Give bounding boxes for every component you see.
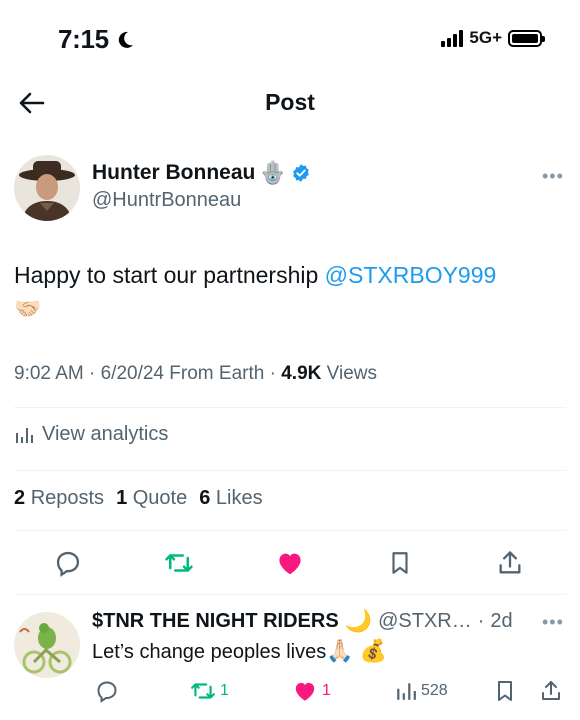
status-time: 7:15 bbox=[58, 24, 135, 55]
likes-label: Likes bbox=[215, 487, 263, 509]
views-label: Views bbox=[326, 363, 377, 384]
bookmark-icon bbox=[392, 552, 408, 574]
like-button[interactable] bbox=[270, 543, 310, 583]
tweet-source: From Earth bbox=[169, 363, 265, 384]
like-icon bbox=[279, 553, 301, 575]
analytics-icon bbox=[16, 427, 33, 443]
reply-reply-button[interactable] bbox=[95, 676, 119, 706]
reply-share-button[interactable] bbox=[539, 676, 563, 706]
hamsa-emoji: 🪬 bbox=[259, 160, 287, 185]
share-button[interactable] bbox=[490, 543, 530, 583]
reply-header: $TNR THE NIGHT RIDERS 🌙 @STXR… · 2d bbox=[92, 608, 513, 634]
bookmark-button[interactable] bbox=[380, 543, 420, 583]
reposts-stat[interactable]: 2 Reposts bbox=[14, 487, 104, 510]
tweet-text: Happy to start our partnership @STXRBOY9… bbox=[14, 259, 564, 325]
divider bbox=[14, 407, 566, 408]
tweet-time: 9:02 AM bbox=[14, 363, 84, 384]
reply-views-button[interactable]: 528 bbox=[395, 676, 448, 706]
like-icon bbox=[295, 682, 315, 701]
reply-retweet-count: 1 bbox=[220, 682, 229, 699]
moon-icon bbox=[118, 31, 133, 48]
reply-avatar[interactable] bbox=[14, 612, 80, 678]
share-icon bbox=[499, 551, 521, 574]
author-name[interactable]: Hunter Bonneau bbox=[92, 161, 255, 185]
retweet-icon bbox=[165, 554, 193, 572]
reply-emoji: 🙏🏻 💰 bbox=[326, 638, 388, 663]
reply-icon bbox=[56, 551, 80, 577]
battery-icon bbox=[508, 29, 545, 47]
reply-like-count: 1 bbox=[322, 682, 331, 699]
signal-icon bbox=[441, 29, 464, 47]
author-handle[interactable]: @HuntrBonneau bbox=[92, 189, 241, 212]
reply-icon bbox=[97, 681, 117, 703]
divider bbox=[14, 470, 566, 471]
reply-text-body: Let’s change peoples lives bbox=[92, 641, 327, 663]
likes-count: 6 bbox=[199, 487, 211, 509]
share-icon bbox=[542, 681, 560, 700]
reply-text: Let’s change peoples lives🙏🏻 💰 bbox=[92, 638, 387, 664]
status-time-text: 7:15 bbox=[58, 24, 109, 54]
bookmark-icon bbox=[498, 681, 512, 701]
views-count: 4.9K bbox=[281, 363, 322, 384]
likes-stat[interactable]: 6 Likes bbox=[199, 487, 262, 510]
view-analytics-link[interactable]: View analytics bbox=[14, 423, 168, 446]
handshake-emoji: 🤝🏻 bbox=[14, 296, 42, 321]
status-indicators: 5G+ bbox=[441, 28, 545, 48]
reply-views-count: 528 bbox=[421, 682, 448, 699]
moon-emoji: 🌙 bbox=[344, 608, 373, 633]
tweet-actions bbox=[0, 543, 580, 583]
quotes-label: Quote bbox=[132, 487, 188, 509]
reply-author-name[interactable]: $TNR THE NIGHT RIDERS bbox=[92, 610, 339, 633]
reply-button[interactable] bbox=[48, 543, 88, 583]
tweet-meta: 9:02 AM · 6/20/24 From Earth · 4.9K View… bbox=[14, 363, 377, 384]
reposts-label: Reposts bbox=[30, 487, 105, 509]
author-name-row: Hunter Bonneau 🪬 bbox=[92, 160, 311, 186]
reply-like-button[interactable]: 1 bbox=[292, 676, 331, 706]
retweet-button[interactable] bbox=[159, 543, 199, 583]
network-label: 5G+ bbox=[469, 28, 502, 47]
separator-dot: · bbox=[477, 609, 485, 632]
reply-age: 2d bbox=[490, 609, 513, 632]
retweet-icon bbox=[191, 683, 215, 699]
reposts-count: 2 bbox=[14, 487, 26, 509]
quotes-stat[interactable]: 1 Quote bbox=[116, 487, 187, 510]
page-title: Post bbox=[265, 89, 315, 115]
tweet-date: 6/20/24 bbox=[100, 363, 165, 384]
mention-link[interactable]: @STXRBOY999 bbox=[325, 262, 497, 288]
reply-actions: 1 1 528 bbox=[0, 676, 580, 706]
tweet-stats: 2 Reposts 1 Quote 6 Likes bbox=[14, 487, 263, 510]
divider bbox=[14, 594, 566, 595]
reply-handle[interactable]: @STXR… bbox=[378, 610, 472, 633]
reply-bookmark-button[interactable] bbox=[493, 676, 517, 706]
reply-retweet-button[interactable]: 1 bbox=[190, 676, 229, 706]
more-icon[interactable]: ••• bbox=[542, 166, 564, 187]
verified-icon bbox=[292, 164, 309, 182]
reply-more-icon[interactable]: ••• bbox=[542, 612, 564, 633]
analytics-label: View analytics bbox=[42, 423, 169, 445]
analytics-icon bbox=[397, 683, 416, 700]
author-avatar[interactable] bbox=[14, 155, 80, 221]
tweet-text-body: Happy to start our partnership bbox=[14, 262, 325, 288]
quotes-count: 1 bbox=[116, 487, 128, 509]
divider bbox=[14, 530, 566, 531]
